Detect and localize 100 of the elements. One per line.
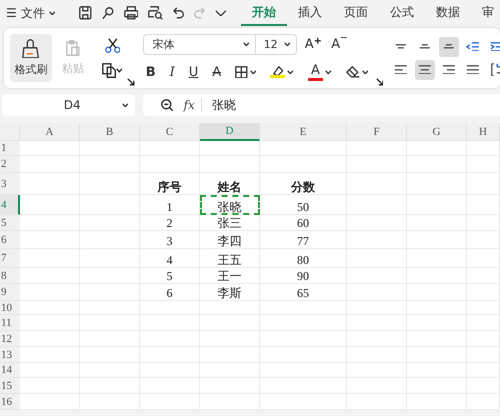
table-cell — [20, 215, 80, 231]
file-menu[interactable]: 文件 — [20, 4, 45, 22]
row-header[interactable]: 11 — [0, 315, 20, 331]
caret-icon[interactable] — [116, 68, 123, 73]
row-header[interactable]: 8 — [0, 268, 20, 284]
table-cell — [80, 141, 140, 156]
table-cell — [20, 331, 80, 347]
column-header[interactable]: C — [140, 123, 200, 141]
caret-icon[interactable] — [122, 102, 129, 108]
paint-bucket-icon — [272, 66, 284, 76]
align-center-icon — [418, 64, 432, 74]
name-box[interactable]: D4 — [2, 94, 135, 116]
zoom-icon[interactable] — [161, 98, 174, 112]
caret-icon[interactable] — [48, 10, 56, 16]
row-header[interactable]: 10 — [0, 301, 20, 315]
save-icon[interactable] — [79, 6, 92, 20]
minus-icon — [340, 36, 348, 38]
table-cell — [20, 156, 80, 173]
row-header[interactable]: 5 — [0, 215, 20, 231]
row-header[interactable]: 13 — [0, 347, 20, 363]
table-cell: 80 — [260, 249, 347, 268]
table-cell — [20, 141, 80, 156]
underline-button[interactable]: U — [186, 64, 202, 80]
row-header[interactable]: 9 — [0, 284, 20, 301]
table-cell — [20, 249, 80, 268]
column-header[interactable]: E — [260, 123, 347, 141]
caret-icon[interactable] — [250, 70, 256, 74]
table-cell — [20, 315, 80, 331]
row-header[interactable]: 12 — [0, 331, 20, 347]
align-top-icon — [395, 44, 408, 49]
outdent-icon — [466, 42, 480, 52]
plus-icon — [314, 36, 322, 44]
table-cell: 王五 — [200, 249, 260, 268]
table-cell: 1 — [140, 195, 200, 215]
row-header[interactable]: 1 — [0, 141, 20, 156]
increase-font-button[interactable]: A — [302, 36, 324, 52]
caret-icon[interactable] — [287, 70, 294, 74]
row-header[interactable]: 15 — [0, 378, 20, 394]
ribbon-tab[interactable]: 审 — [471, 0, 500, 26]
table-cell: 王一 — [200, 268, 260, 284]
align-bottom-button[interactable] — [439, 36, 460, 56]
column-header[interactable]: H — [467, 123, 500, 141]
launcher-icon[interactable] — [376, 78, 384, 86]
ribbon-tab[interactable]: 公式 — [379, 0, 426, 26]
table-cell: 90 — [260, 268, 347, 284]
italic-button[interactable]: I — [166, 64, 178, 80]
strikethrough-button[interactable]: A — [209, 64, 224, 80]
caret-icon[interactable] — [215, 10, 228, 16]
print-icon[interactable] — [124, 6, 138, 20]
table-cell — [140, 141, 200, 156]
column-header[interactable]: B — [80, 123, 140, 141]
row-header[interactable]: 3 — [0, 173, 20, 195]
font-color-button[interactable]: A — [304, 62, 335, 82]
copy-icon[interactable] — [102, 63, 116, 78]
scissors-icon[interactable] — [104, 38, 120, 53]
formula-field[interactable]: fx 张晓 — [143, 94, 500, 116]
table-cell — [20, 284, 80, 301]
ribbon-tab[interactable]: 数据 — [425, 0, 472, 26]
table-cell — [20, 195, 80, 215]
eraser-icon — [346, 66, 360, 78]
table-cell — [20, 301, 80, 315]
format-painter-button[interactable]: 格式刷 — [10, 34, 52, 82]
grid-icon — [235, 66, 248, 78]
column-header[interactable]: G — [407, 123, 467, 141]
function-label[interactable]: fx — [184, 98, 202, 112]
table-cell: 李斯 — [200, 284, 260, 301]
table-cell — [407, 141, 467, 156]
column-header[interactable]: F — [347, 123, 407, 141]
table-cell — [20, 173, 80, 195]
table-cell: 77 — [260, 231, 347, 249]
row-header[interactable]: 7 — [0, 249, 20, 268]
caret-icon[interactable] — [324, 70, 332, 74]
decrease-font-button[interactable]: A — [329, 36, 350, 52]
table-cell: 张三 — [200, 215, 260, 231]
table-cell — [467, 141, 500, 156]
ribbon-tab[interactable]: 开始 — [241, 0, 288, 26]
table-cell — [20, 347, 80, 363]
table-cell: 分数 — [260, 173, 347, 195]
table-cell — [200, 141, 260, 156]
align-middle-icon — [419, 44, 432, 49]
row-header[interactable]: 2 — [0, 156, 20, 173]
table-cell: 6 — [140, 284, 200, 301]
table-cell — [20, 363, 80, 378]
row-header[interactable]: 6 — [0, 231, 20, 249]
bold-button[interactable]: B — [142, 64, 159, 80]
row-header[interactable]: 14 — [0, 363, 20, 378]
table-cell[interactable]: 张晓 — [200, 195, 260, 215]
caret-icon[interactable] — [362, 70, 368, 74]
row-header[interactable]: 16 — [0, 394, 20, 410]
row-header[interactable]: 4 — [0, 195, 20, 215]
ribbon-tab[interactable]: 页面 — [333, 0, 380, 26]
table-cell: 3 — [140, 231, 200, 249]
ribbon-tab[interactable]: 插入 — [287, 0, 334, 26]
undo-icon[interactable] — [173, 7, 184, 19]
menu-icon[interactable]: ☰ — [6, 6, 17, 20]
launcher-icon[interactable] — [127, 78, 135, 86]
align-center-button[interactable] — [415, 60, 436, 80]
table-cell — [20, 394, 80, 410]
column-header[interactable]: A — [20, 123, 80, 141]
print-preview-icon[interactable] — [148, 6, 164, 20]
